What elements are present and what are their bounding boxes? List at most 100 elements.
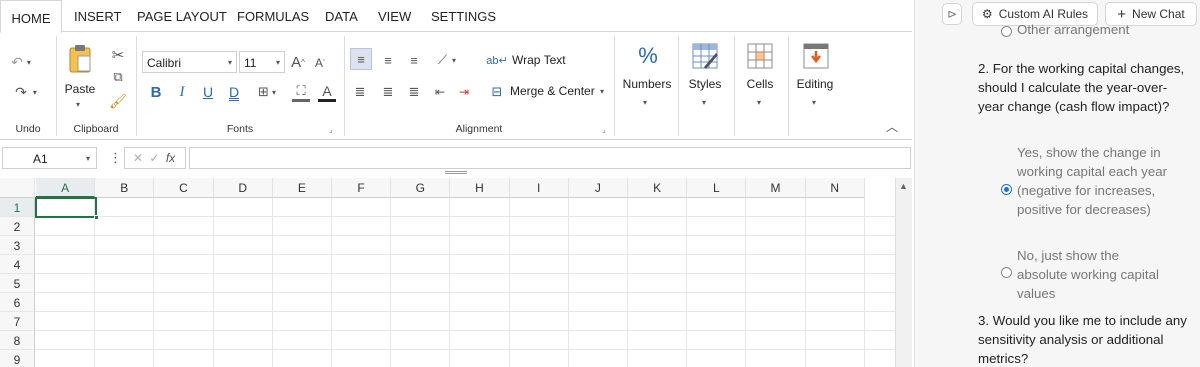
select-all-corner[interactable] xyxy=(0,178,35,198)
tab-view[interactable]: VIEW xyxy=(378,9,411,24)
tab-settings[interactable]: SETTINGS xyxy=(431,9,496,24)
shrink-font-icon[interactable]: Aˇ xyxy=(312,54,328,72)
row-header[interactable]: 4 xyxy=(0,255,35,274)
separator xyxy=(788,36,789,136)
alignment-dialog-launcher-icon[interactable]: ⌟ xyxy=(602,125,606,134)
double-underline-icon[interactable]: D xyxy=(226,82,242,102)
bold-icon[interactable]: B xyxy=(148,82,164,102)
row-header[interactable]: 7 xyxy=(0,312,35,331)
tab-page-layout[interactable]: PAGE LAYOUT xyxy=(137,9,227,24)
tab-formulas[interactable]: FORMULAS xyxy=(237,9,309,24)
styles-icon[interactable] xyxy=(691,42,719,70)
editing-button[interactable]: Editing xyxy=(792,77,838,91)
cell-grid[interactable]: ABCDEFGHIJKLMN 123456789 xyxy=(0,178,912,367)
column-header[interactable]: J xyxy=(568,178,628,198)
row-header[interactable]: 3 xyxy=(0,236,35,255)
selected-cell[interactable] xyxy=(35,197,99,220)
align-left-icon[interactable]: ≣ xyxy=(350,82,370,102)
row-header[interactable]: 2 xyxy=(0,217,35,236)
redo-icon[interactable]: ↷ ▾ xyxy=(8,82,44,102)
format-painter-icon[interactable]: 🖌 xyxy=(108,92,128,110)
row-header[interactable]: 1 xyxy=(0,198,35,217)
cancel-icon[interactable]: ✕ xyxy=(133,151,143,165)
column-header[interactable]: N xyxy=(805,178,865,198)
cells-icon[interactable] xyxy=(746,42,774,70)
undo-icon[interactable]: ↶ ▾ xyxy=(8,52,34,72)
separator xyxy=(678,36,679,136)
tab-data[interactable]: DATA xyxy=(325,9,358,24)
q2-option-no-label[interactable]: No, just show the absolute working capit… xyxy=(1017,246,1167,303)
font-name-select[interactable]: Calibri ▾ xyxy=(142,51,237,73)
chevron-down-icon[interactable]: ▾ xyxy=(757,98,761,107)
align-middle-icon[interactable]: ≡ xyxy=(378,50,398,70)
percent-icon[interactable]: % xyxy=(634,42,662,70)
column-header[interactable]: F xyxy=(332,178,392,198)
font-dialog-launcher-icon[interactable]: ⌟ xyxy=(329,125,333,134)
wrap-text-icon[interactable]: ab↵ xyxy=(486,50,507,70)
collapse-ribbon-icon[interactable]: ︿ xyxy=(884,118,900,134)
tab-home[interactable]: HOME xyxy=(0,0,62,33)
underline-icon[interactable]: U xyxy=(200,82,216,102)
vertical-scrollbar[interactable]: ▲ xyxy=(895,178,912,367)
fill-color-icon[interactable]: ⛶ xyxy=(292,82,310,102)
borders-icon[interactable]: ⊞ ▾ xyxy=(252,82,282,102)
column-header[interactable]: M xyxy=(746,178,806,198)
q2-option-yes-label[interactable]: Yes, show the change in working capital … xyxy=(1017,143,1177,219)
formula-bar-resize-handle[interactable] xyxy=(445,171,467,174)
styles-button[interactable]: Styles xyxy=(683,77,727,91)
formula-input[interactable] xyxy=(189,147,911,169)
paste-label[interactable]: Paste xyxy=(62,82,98,96)
scroll-up-icon[interactable]: ▲ xyxy=(899,181,908,191)
paste-icon[interactable] xyxy=(66,42,94,76)
column-header[interactable]: C xyxy=(154,178,214,198)
chevron-down-icon[interactable]: ▾ xyxy=(643,98,647,107)
radio-prev-option[interactable] xyxy=(1001,26,1012,37)
numbers-button[interactable]: Numbers xyxy=(618,77,676,91)
column-header[interactable]: G xyxy=(391,178,451,198)
wrap-text-button[interactable]: Wrap Text xyxy=(512,53,566,67)
merge-center-dropdown-icon[interactable]: ▾ xyxy=(600,87,604,96)
column-header[interactable]: A xyxy=(36,178,96,198)
paste-dropdown-icon[interactable]: ▾ xyxy=(76,100,80,109)
row-header[interactable]: 5 xyxy=(0,274,35,293)
radio-q2-no[interactable] xyxy=(1001,267,1012,278)
fill-handle[interactable] xyxy=(94,215,99,220)
row-header[interactable]: 8 xyxy=(0,331,35,350)
copy-icon[interactable]: ⧉ xyxy=(108,68,128,86)
orientation-icon[interactable]: ⟋ ▾ xyxy=(430,50,464,70)
more-options-icon[interactable]: ⋮ xyxy=(109,150,122,166)
editing-icon[interactable] xyxy=(802,42,830,70)
grow-font-icon[interactable]: A ^ xyxy=(290,52,306,72)
align-right-icon[interactable]: ≣ xyxy=(404,82,424,102)
decrease-indent-icon[interactable]: ⇤ xyxy=(430,82,450,102)
align-center-icon[interactable]: ≣ xyxy=(378,82,398,102)
column-header[interactable]: E xyxy=(272,178,332,198)
column-header[interactable]: B xyxy=(95,178,155,198)
italic-icon[interactable]: I xyxy=(174,82,190,102)
grid-line xyxy=(212,198,214,367)
font-color-icon[interactable]: A xyxy=(318,82,336,102)
increase-indent-icon[interactable]: ⇥ xyxy=(454,82,474,102)
confirm-icon[interactable]: ✓ xyxy=(149,151,159,165)
column-header[interactable]: L xyxy=(687,178,747,198)
column-header[interactable]: K xyxy=(628,178,688,198)
chevron-down-icon[interactable]: ▾ xyxy=(812,98,816,107)
name-box[interactable]: A1 ▾ xyxy=(2,147,97,169)
row-header[interactable]: 9 xyxy=(0,350,35,367)
merge-center-button[interactable]: Merge & Center xyxy=(510,84,595,98)
font-size-select[interactable]: 11 ▾ xyxy=(239,51,285,73)
cells-button[interactable]: Cells xyxy=(740,77,780,91)
column-header[interactable]: D xyxy=(213,178,273,198)
merge-center-icon[interactable]: ⊟ xyxy=(488,82,506,102)
column-header[interactable]: H xyxy=(450,178,510,198)
fx-icon[interactable]: fx xyxy=(166,151,175,165)
chevron-down-icon[interactable]: ▾ xyxy=(702,98,706,107)
tab-insert[interactable]: INSERT xyxy=(74,9,121,24)
row-header[interactable]: 6 xyxy=(0,293,35,312)
column-header[interactable]: I xyxy=(509,178,569,198)
toggle-sidebar-icon[interactable]: ⊳ xyxy=(942,3,962,25)
align-top-icon[interactable]: ≡ xyxy=(350,48,372,70)
cut-icon[interactable]: ✂ xyxy=(108,46,128,64)
radio-q2-yes[interactable] xyxy=(1001,184,1012,195)
align-bottom-icon[interactable]: ≡ xyxy=(404,50,424,70)
